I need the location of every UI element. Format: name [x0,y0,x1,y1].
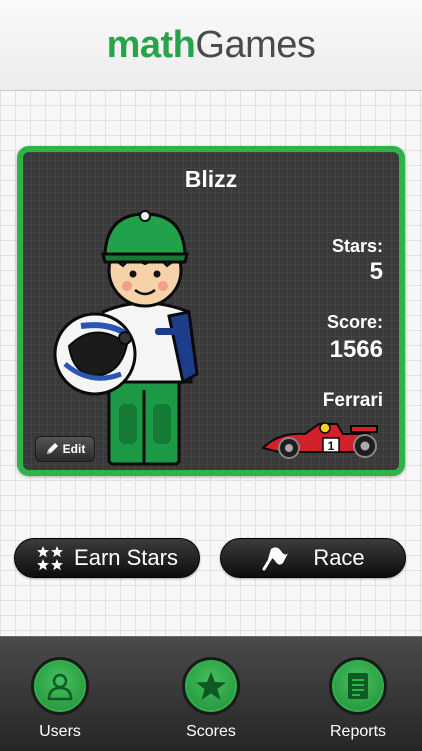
scores-tab-button[interactable] [182,657,240,715]
tab-scores-label: Scores [186,723,236,740]
earn-stars-button[interactable]: Earn Stars [14,538,200,578]
tab-users-label: Users [39,723,81,740]
tab-reports[interactable]: Reports [288,637,422,751]
report-icon [348,673,368,699]
player-name: Blizz [184,166,238,192]
car-name: Ferrari [322,390,383,411]
logo-games: Games [195,23,316,66]
race-car-icon: 1 [261,422,378,459]
star-icon [196,672,226,700]
player-card: Blizz Stars: 5 Score: 1566 Ferrari 1 Edi… [17,146,405,476]
checkered-flag-icon [262,547,289,571]
tab-users[interactable]: Users [0,637,130,751]
pencil-icon [46,443,58,454]
car-number: 1 [328,439,335,453]
score-value: 1566 [329,336,383,363]
race-button[interactable]: Race [220,538,406,578]
stars-value: 5 [369,258,383,285]
users-tab-button[interactable] [31,657,89,715]
user-icon [47,673,73,701]
app-header: mathGames [0,0,422,91]
stars-icon [37,546,64,571]
tab-bar: Users Scores Reports [0,636,422,751]
reports-tab-button[interactable] [329,657,387,715]
score-label: Score: [326,312,383,332]
racer-avatar[interactable] [51,204,201,466]
edit-button[interactable]: Edit [35,436,95,462]
earn-stars-label: Earn Stars [74,545,178,570]
app-logo: mathGames [107,24,316,67]
stars-label: Stars: [331,236,383,256]
edit-label: Edit [62,442,86,456]
tab-reports-label: Reports [329,723,387,740]
logo-math: math [106,23,196,66]
race-label: Race [313,545,365,570]
tab-scores[interactable]: Scores [141,637,281,751]
